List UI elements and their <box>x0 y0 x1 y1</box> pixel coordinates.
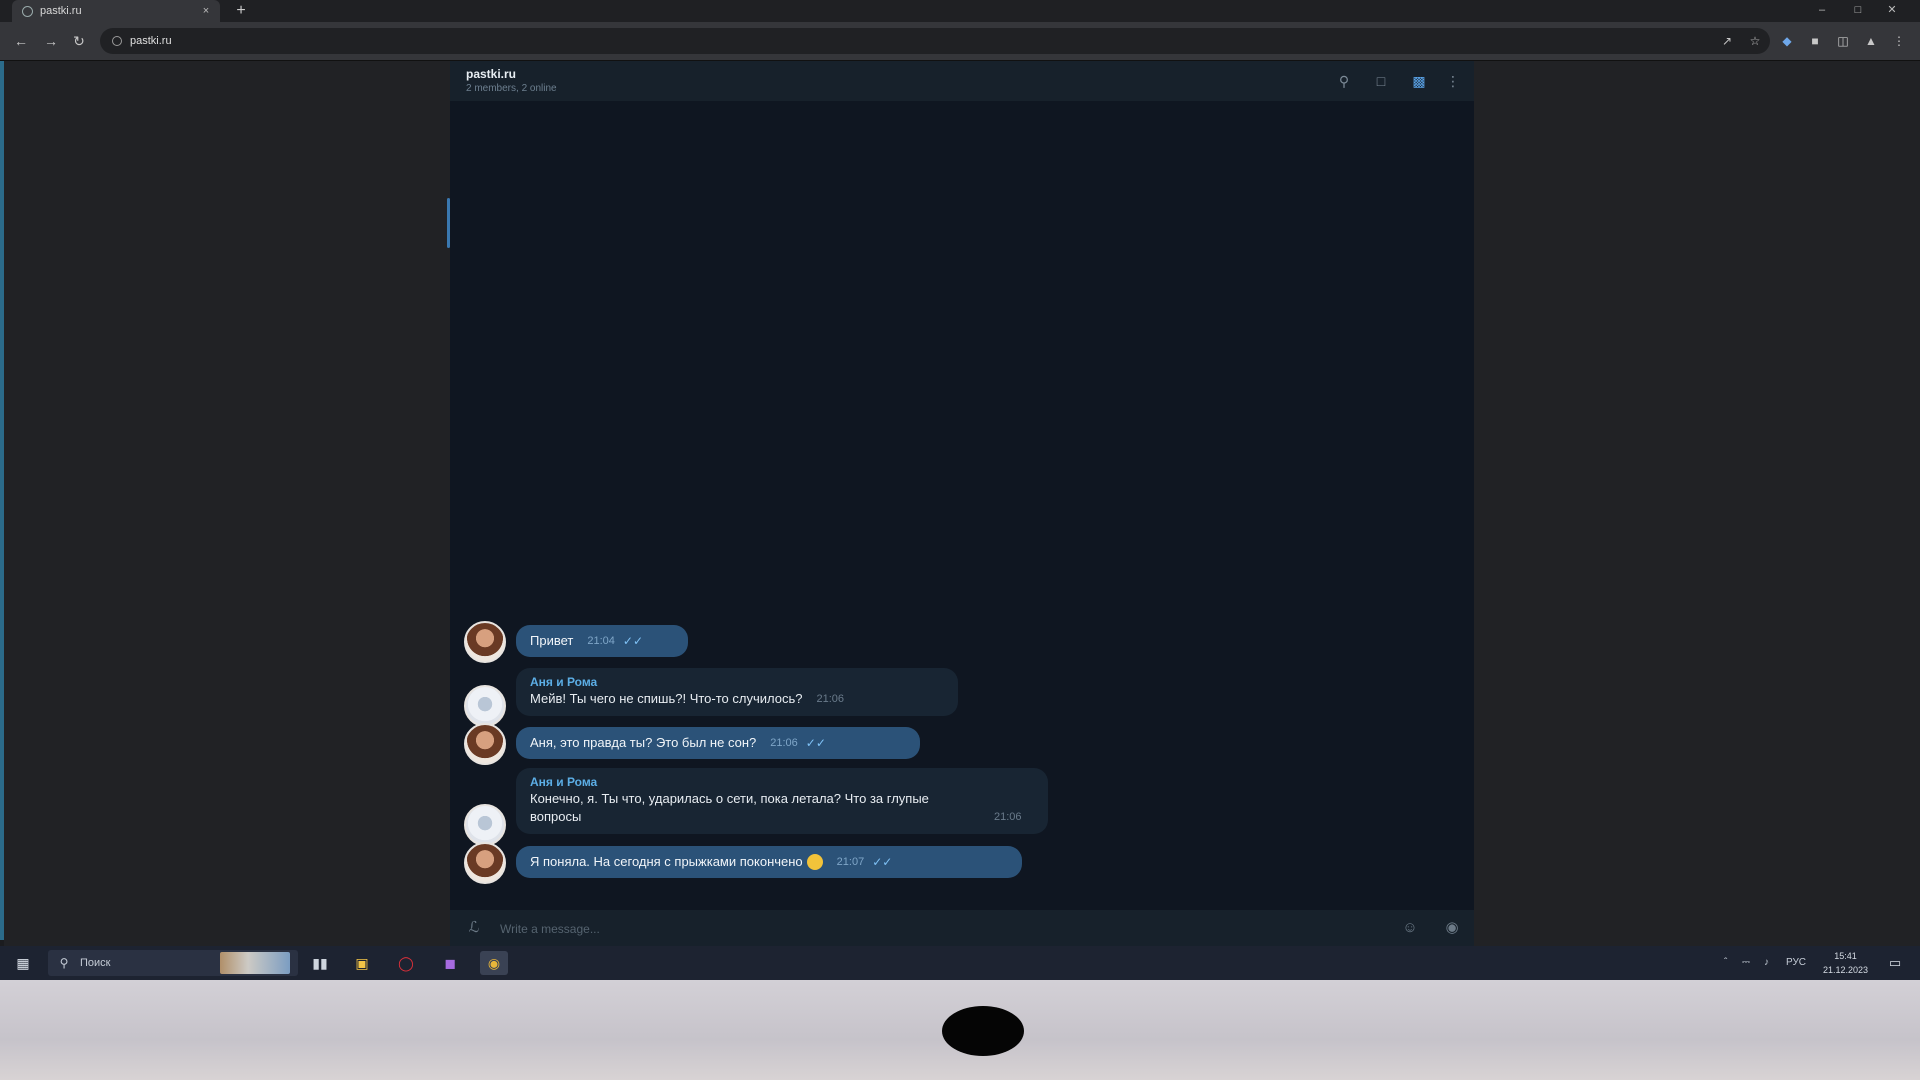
chrome-browser-icon[interactable]: ◉ <box>480 951 508 975</box>
avatar[interactable] <box>464 842 506 884</box>
file-explorer-icon[interactable]: ▣ <box>348 951 376 975</box>
read-check-icon: ✓✓ <box>872 855 893 869</box>
message-composer: ℒ ☺ ◉ <box>450 910 1474 946</box>
message-time: 21:06 <box>994 811 1022 823</box>
network-icon[interactable]: ⎓ <box>1742 952 1750 974</box>
extension-icon[interactable]: ◆ <box>1778 32 1796 50</box>
notifications-icon[interactable]: ▭ <box>1886 954 1904 972</box>
side-panel-icon[interactable]: ◫ <box>1834 32 1852 50</box>
message-text: Мейв! Ты чего не спишь?! Что-то случилос… <box>530 691 803 706</box>
site-favicon-icon <box>22 5 33 17</box>
browser-tab-strip: pastki.ru × + – □ ✕ <box>0 0 1920 22</box>
search-icon: ⚲ <box>59 956 69 970</box>
clock-time: 15:41 <box>1834 951 1857 961</box>
address-bar[interactable]: pastki.ru <box>100 28 1770 54</box>
emoji-icon[interactable]: ☺ <box>1400 918 1420 938</box>
microphone-icon[interactable]: ◉ <box>1442 918 1462 938</box>
chat-window: pastki.ru 2 members, 2 online ⚲ □ ▩ ⋮ Пр… <box>450 61 1474 946</box>
message-bubble-outgoing[interactable]: Я поняла. На сегодня с прыжками покончен… <box>516 846 1022 878</box>
right-empty-panel <box>1474 61 1920 946</box>
message-time: 21:06 <box>770 737 798 749</box>
chat-members-status: 2 members, 2 online <box>466 83 557 94</box>
task-view-icon[interactable]: ▮▮ <box>306 951 334 975</box>
tab-title: pastki.ru <box>40 5 82 17</box>
smiling-emoji-icon <box>806 854 823 870</box>
windows-taskbar: ▦ ⚲ Поиск ▮▮ ▣ ◯ ◼ ◉ ˆ ⎓ ♪ РУС 15:41 21.… <box>0 946 1920 980</box>
search-icon[interactable]: ⚲ <box>1333 70 1355 92</box>
clock-date: 21.12.2023 <box>1822 965 1868 975</box>
start-windows-icon[interactable]: ▦ <box>14 954 32 972</box>
webcam-lens <box>942 1006 1024 1056</box>
share-icon[interactable]: ↗ <box>1718 32 1736 50</box>
message-bubble-outgoing[interactable]: Аня, это правда ты? Это был не сон? 21:0… <box>516 727 920 759</box>
address-url: pastki.ru <box>130 35 172 47</box>
taskbar-clock[interactable]: 15:41 21.12.2023 <box>1823 949 1868 977</box>
avatar[interactable] <box>464 621 506 663</box>
keyboard-language[interactable]: РУС <box>1786 952 1806 974</box>
maximize-window-icon[interactable]: □ <box>1844 0 1872 22</box>
chat-icon[interactable]: □ <box>1370 70 1392 92</box>
site-info-icon[interactable] <box>112 36 122 46</box>
message-bubble-incoming[interactable]: Аня и Рома Мейв! Ты чего не спишь?! Что-… <box>516 668 958 716</box>
message-time: 21:06 <box>816 693 844 705</box>
browser-toolbar: ← → ↻ pastki.ru ↗ ☆ ◆ ■ ◫ ▲ ⋮ <box>0 22 1920 61</box>
new-tab-button[interactable]: + <box>232 2 250 20</box>
message-text: Привет <box>530 633 574 648</box>
extensions-puzzle-icon[interactable]: ■ <box>1806 32 1824 50</box>
browser-menu-icon[interactable]: ⋮ <box>1890 32 1908 50</box>
tab-close-icon[interactable]: × <box>198 5 214 17</box>
message-bubble-outgoing[interactable]: Привет 21:04 ✓✓ <box>516 625 688 657</box>
minimize-window-icon[interactable]: – <box>1808 0 1836 22</box>
taskbar-search-placeholder: Поиск <box>80 957 111 969</box>
sender-name: Аня и Рома <box>530 675 598 689</box>
sender-name: Аня и Рома <box>530 775 598 789</box>
attach-paperclip-icon[interactable]: ℒ <box>464 918 484 938</box>
close-window-icon[interactable]: ✕ <box>1878 0 1906 22</box>
monitor-screen: pastki.ru × + – □ ✕ ← → ↻ pastki.ru ↗ ☆ … <box>0 0 1920 980</box>
chat-header[interactable]: pastki.ru 2 members, 2 online ⚲ □ ▩ ⋮ <box>450 61 1474 101</box>
message-text: Я поняла. На сегодня с прыжками покончен… <box>530 854 803 869</box>
browser-tab[interactable]: pastki.ru × <box>12 0 220 22</box>
back-button[interactable]: ← <box>12 32 30 50</box>
message-text: Аня, это правда ты? Это был не сон? <box>530 735 757 750</box>
tray-overflow-chevron-icon[interactable]: ˆ <box>1724 952 1727 974</box>
message-text: Конечно, я. Ты что, ударилась о сети, по… <box>530 791 929 824</box>
search-highlight-image <box>220 952 290 974</box>
read-check-icon: ✓✓ <box>622 634 643 648</box>
forward-button[interactable]: → <box>42 32 60 50</box>
taskbar-search[interactable]: ⚲ Поиск <box>48 950 298 976</box>
avatar[interactable] <box>464 685 506 727</box>
read-check-icon: ✓✓ <box>805 736 826 750</box>
reload-button[interactable]: ↻ <box>70 32 88 50</box>
onenote-icon[interactable]: ◼ <box>436 951 464 975</box>
message-bubble-incoming[interactable]: Аня и Рома Конечно, я. Ты что, ударилась… <box>516 768 1048 834</box>
message-time: 21:07 <box>836 856 865 868</box>
message-time: 21:04 <box>587 635 615 647</box>
bookmark-star-icon[interactable]: ☆ <box>1746 32 1764 50</box>
more-icon[interactable]: ⋮ <box>1442 70 1464 92</box>
avatar[interactable] <box>464 723 506 765</box>
left-empty-panel <box>4 61 450 946</box>
message-input[interactable] <box>498 916 1382 942</box>
volume-icon[interactable]: ♪ <box>1764 952 1769 974</box>
chat-title: pastki.ru <box>466 67 517 81</box>
avatar[interactable] <box>464 804 506 846</box>
sidebar-icon[interactable]: ▩ <box>1408 70 1430 92</box>
opera-browser-icon[interactable]: ◯ <box>392 951 420 975</box>
profile-icon[interactable]: ▲ <box>1862 32 1880 50</box>
